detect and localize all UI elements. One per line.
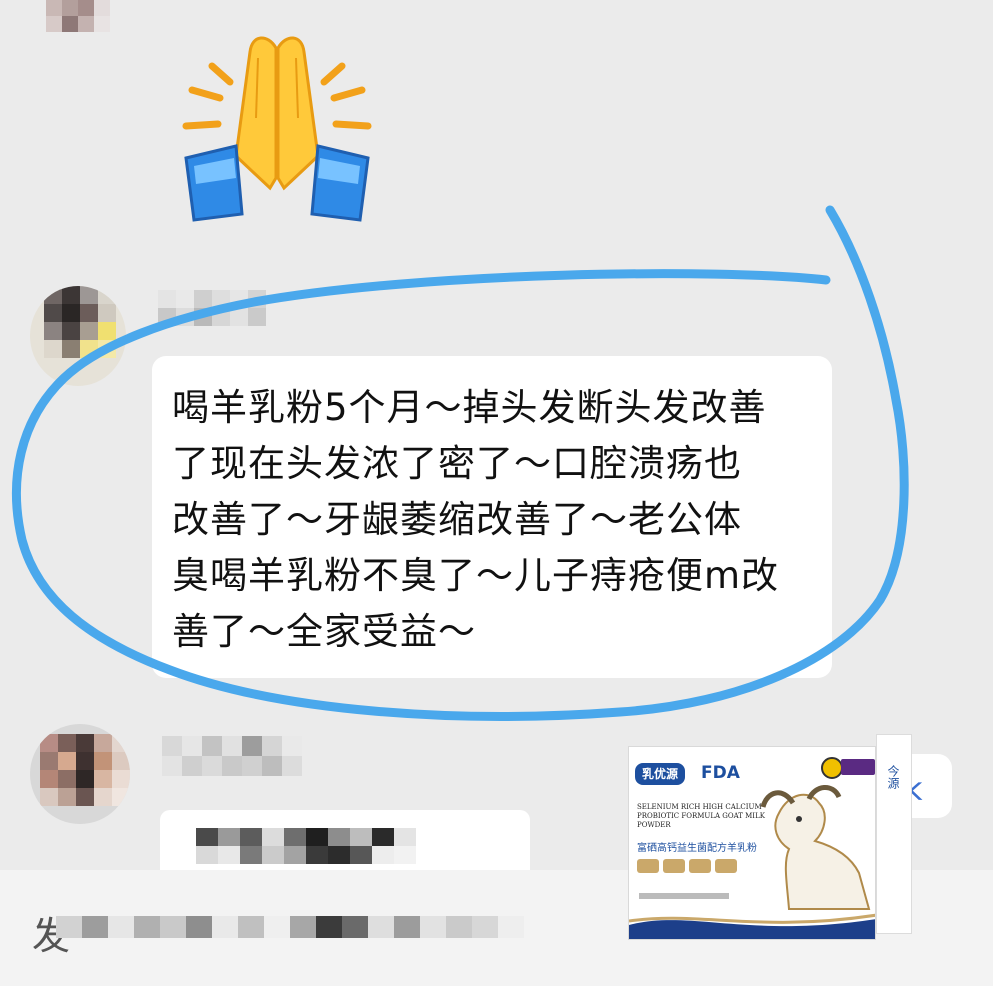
product-cert-icons — [637, 859, 737, 873]
cert-icon — [637, 859, 659, 873]
product-wave-decoration — [629, 913, 875, 939]
product-chinese-name: 富硒高钙益生菌配方羊乳粉 — [637, 843, 757, 854]
avatar-top-blurred[interactable] — [46, 0, 110, 32]
cert-icon — [689, 859, 711, 873]
product-badge-icon — [841, 759, 875, 775]
sender-name-blurred — [158, 290, 266, 326]
folded-hands-icon — [172, 28, 382, 224]
product-box-image: 乳优源 FDA SELENIUM RICH HIGH CALCIUM PROBI… — [628, 734, 912, 940]
goat-icon — [760, 785, 871, 910]
product-brand: 乳优源 — [635, 763, 685, 785]
input-blurred-text — [56, 916, 524, 938]
product-side-text: 今源 — [886, 765, 900, 789]
product-side: 今源 — [876, 734, 912, 934]
product-net-weight-blurred — [639, 893, 729, 899]
cert-icon — [715, 859, 737, 873]
message-text: 喝羊乳粉5个月～掉头发断头发改善 了现在头发浓了密了～口腔溃疡也 改善了～牙龈萎… — [172, 386, 780, 653]
product-front: 乳优源 FDA SELENIUM RICH HIGH CALCIUM PROBI… — [628, 746, 876, 940]
message-bubble[interactable]: 喝羊乳粉5个月～掉头发断头发改善 了现在头发浓了密了～口腔溃疡也 改善了～牙龈萎… — [152, 356, 832, 678]
second-name-blurred — [162, 736, 322, 776]
product-fda: FDA — [701, 763, 740, 783]
second-avatar[interactable] — [30, 724, 130, 824]
product-seal-icon — [821, 757, 843, 779]
sender-avatar[interactable] — [30, 286, 126, 386]
cert-icon — [663, 859, 685, 873]
